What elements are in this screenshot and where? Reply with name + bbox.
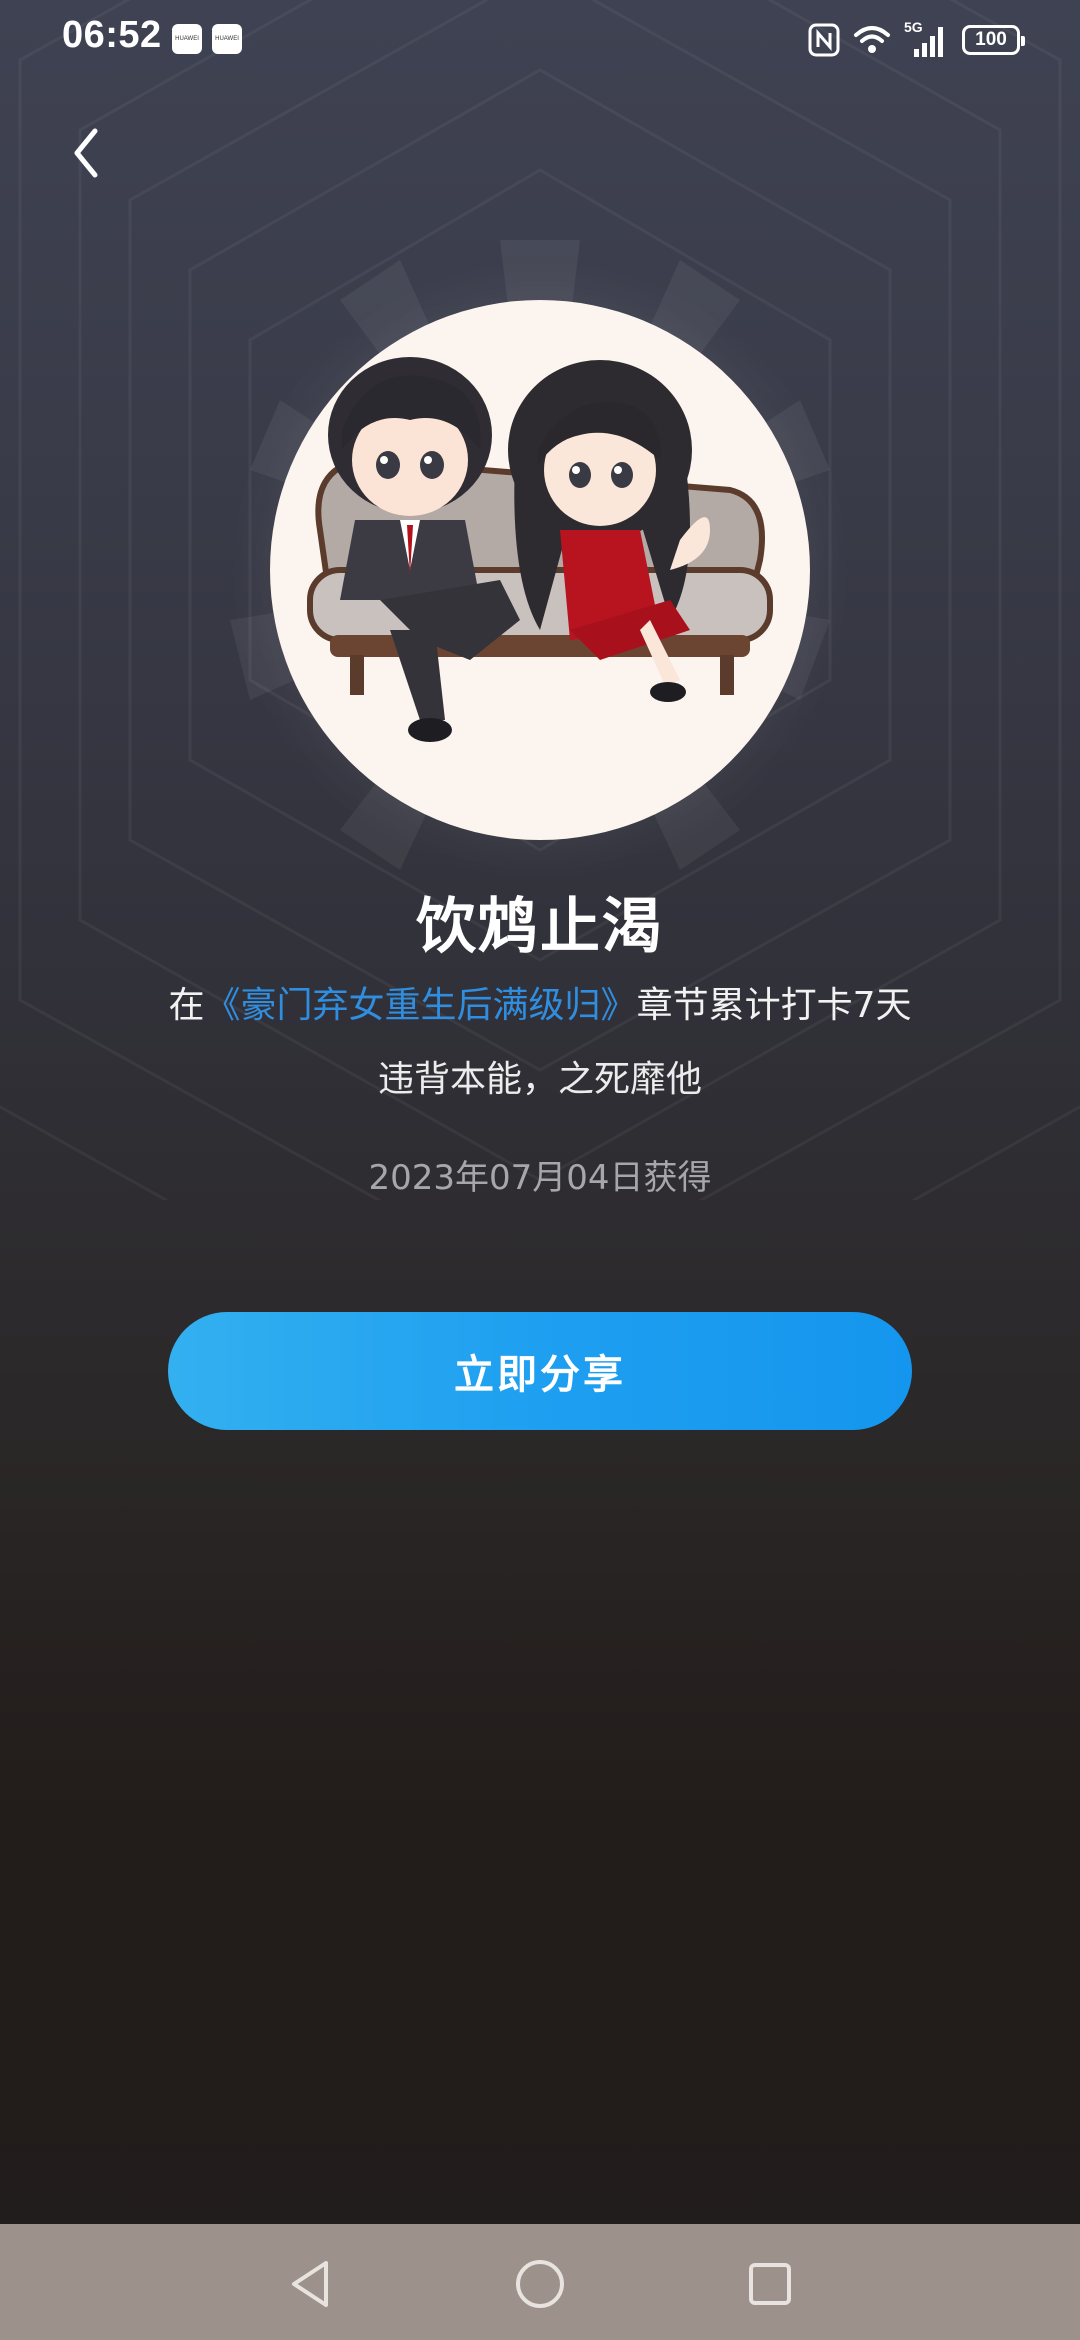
acquired-date: 2023年07月04日获得 bbox=[368, 1158, 712, 1198]
cellular-signal-icon: 5G bbox=[904, 19, 950, 59]
triangle-back-icon bbox=[292, 2261, 328, 2307]
circle-home-icon bbox=[516, 2260, 564, 2308]
status-indicators: 5G 100 bbox=[808, 18, 1025, 62]
desc-prefix: 在 bbox=[168, 985, 205, 1026]
nfc-icon bbox=[808, 23, 840, 57]
back-button[interactable] bbox=[56, 118, 116, 188]
wifi-icon bbox=[854, 26, 890, 53]
system-nav-bar bbox=[0, 2224, 1080, 2340]
huawei-app-icon: HUAWEI bbox=[172, 24, 202, 54]
book-title-link[interactable]: 《豪门弃女重生后满级归》 bbox=[205, 985, 637, 1026]
badge-detail-screen: 06:52 HUAWEI HUAWEI 5G 100 饮鸩止渴 在《豪门弃女重生… bbox=[0, 0, 1080, 2340]
badge-quote: 违背本能，之死靡他 bbox=[377, 1059, 702, 1100]
badge-title: 饮鸩止渴 bbox=[416, 892, 664, 962]
status-bar: 06:52 HUAWEI HUAWEI 5G 100 bbox=[0, 0, 1080, 84]
huawei-app-icon: HUAWEI bbox=[212, 24, 242, 54]
nav-home-button[interactable] bbox=[510, 2254, 570, 2314]
status-time: 06:52 bbox=[62, 14, 162, 56]
square-recents-icon bbox=[749, 2263, 791, 2305]
nav-back-button[interactable] bbox=[280, 2254, 340, 2314]
badge-description: 在《豪门弃女重生后满级归》章节累计打卡7天 bbox=[0, 976, 1080, 1028]
desc-suffix: 章节累计打卡7天 bbox=[636, 985, 912, 1026]
chevron-left-icon bbox=[74, 128, 98, 178]
badge-image bbox=[270, 300, 810, 840]
share-button[interactable]: 立即分享 bbox=[168, 1312, 912, 1430]
nav-recents-button[interactable] bbox=[740, 2254, 800, 2314]
couple-on-sofa-illustration bbox=[307, 357, 773, 742]
battery-indicator: 100 bbox=[962, 25, 1025, 55]
